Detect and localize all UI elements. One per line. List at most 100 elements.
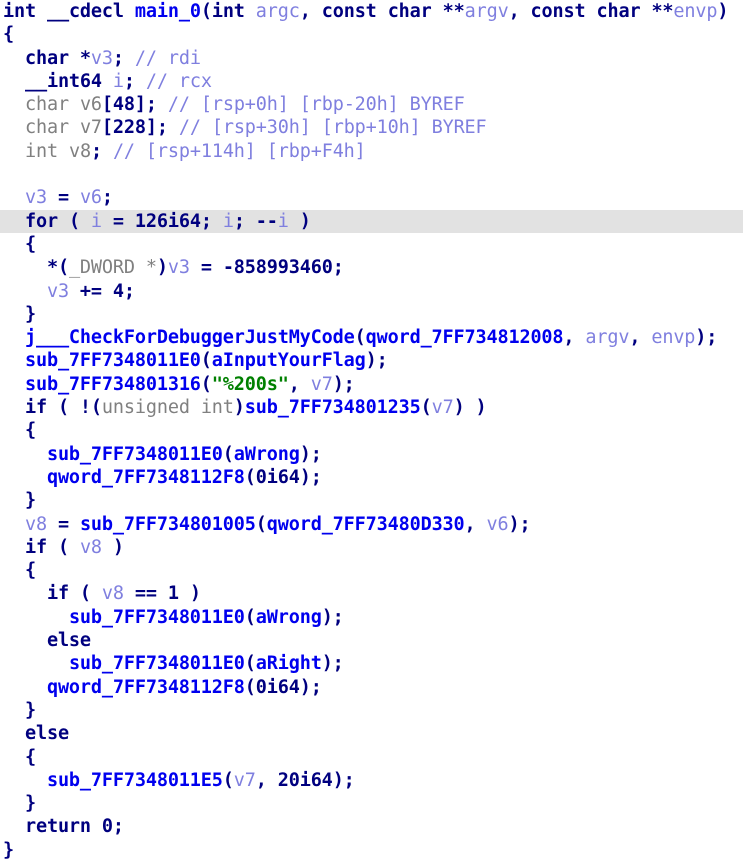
code-line[interactable]: if ( v8 ): [0, 536, 743, 559]
token-var[interactable]: v8: [102, 583, 124, 604]
token-var[interactable]: v6: [80, 187, 102, 208]
code-line[interactable]: sub_7FF7348011E0(aInputYourFlag);: [0, 349, 743, 372]
code-line[interactable]: {: [0, 233, 743, 256]
code-line[interactable]: sub_7FF7348011E0(aRight);: [0, 652, 743, 675]
token-type: char: [24, 94, 69, 116]
token-func[interactable]: qword_7FF7348112F8: [47, 677, 245, 698]
code-line[interactable]: char v6[48]; // [rsp+0h] [rbp-20h] BYREF: [0, 93, 743, 116]
token-keyword: __cdecl: [46, 1, 124, 22]
token-var[interactable]: v6: [487, 514, 509, 535]
token-punct: }: [3, 839, 14, 861]
token-func[interactable]: sub_7FF734801316: [25, 374, 201, 395]
token-func[interactable]: main_0: [135, 1, 201, 22]
code-line-highlighted[interactable]: for ( i = 126i64; i; --i ): [0, 209, 743, 233]
token-comment: // rdi: [134, 47, 201, 69]
code-line[interactable]: return 0;: [0, 815, 743, 838]
code-line[interactable]: }: [0, 489, 743, 512]
code-line[interactable]: int v8; // [rsp+114h] [rbp+F4h]: [0, 140, 743, 163]
token-func[interactable]: qword_7FF734812008: [366, 327, 564, 348]
code-line[interactable]: if ( !(unsigned int)sub_7FF734801235(v7)…: [0, 396, 743, 419]
token-keyword: int: [211, 1, 245, 22]
token-keyword: return: [24, 816, 91, 838]
token-var[interactable]: v3: [91, 48, 113, 69]
token-punct: *: [68, 47, 91, 69]
token-comment: // [rsp+114h] [rbp+F4h]: [112, 140, 366, 162]
token-var[interactable]: v7: [432, 397, 454, 418]
token-symbol[interactable]: aRight: [256, 653, 322, 674]
code-line[interactable]: }: [0, 303, 743, 326]
token-symbol[interactable]: aWrong: [234, 444, 300, 465]
code-line[interactable]: {: [0, 559, 743, 582]
code-line[interactable]: }: [0, 839, 743, 862]
token-var[interactable]: envp: [651, 327, 695, 348]
token-func[interactable]: j___CheckForDebuggerJustMyCode: [25, 327, 355, 348]
code-line[interactable]: v3 = v6;: [0, 186, 743, 209]
token-type: _DWORD: [68, 257, 135, 279]
code-line[interactable]: [0, 163, 743, 186]
code-line[interactable]: sub_7FF734801316("%200s", v7);: [0, 373, 743, 396]
token-punct: );: [332, 373, 355, 395]
code-line[interactable]: {: [0, 746, 743, 769]
token-var[interactable]: envp: [673, 1, 717, 22]
token-func[interactable]: sub_7FF7348011E5: [47, 770, 223, 791]
code-line[interactable]: {: [0, 419, 743, 442]
token-symbol[interactable]: aInputYourFlag: [212, 350, 366, 371]
token-var[interactable]: v7: [311, 374, 333, 395]
code-line[interactable]: sub_7FF7348011E5(v7, 20i64);: [0, 769, 743, 792]
token-symbol[interactable]: aWrong: [256, 607, 322, 628]
token-var[interactable]: i: [91, 211, 102, 232]
code-line[interactable]: qword_7FF7348112F8(0i64);: [0, 466, 743, 489]
code-line[interactable]: sub_7FF7348011E0(aWrong);: [0, 443, 743, 466]
code-line[interactable]: char v7[228]; // [rsp+30h] [rbp+10h] BYR…: [0, 116, 743, 139]
code-line[interactable]: {: [0, 23, 743, 46]
code-line[interactable]: v8 = sub_7FF734801005(qword_7FF73480D330…: [0, 513, 743, 536]
token-punct: (: [57, 210, 91, 232]
token-var[interactable]: v8: [25, 514, 47, 535]
code-line[interactable]: __int64 i; // rcx: [0, 70, 743, 93]
code-line[interactable]: *(_DWORD *)v3 = -858993460;: [0, 256, 743, 279]
token-punct: ): [288, 210, 311, 232]
code-line[interactable]: }: [0, 699, 743, 722]
code-line[interactable]: if ( v8 == 1 ): [0, 582, 743, 605]
code-line[interactable]: }: [0, 792, 743, 815]
code-line[interactable]: char *v3; // rdi: [0, 47, 743, 70]
token-punct: ,: [464, 513, 487, 535]
pseudocode-view[interactable]: int __cdecl main_0(int argc, const char …: [0, 0, 743, 861]
code-line[interactable]: else: [0, 629, 743, 652]
token-var[interactable]: i: [278, 211, 289, 232]
token-func[interactable]: sub_7FF734801235: [245, 397, 421, 418]
token-comment: // [rsp+0h] [rbp-20h] BYREF: [167, 94, 465, 116]
code-line[interactable]: j___CheckForDebuggerJustMyCode(qword_7FF…: [0, 326, 743, 349]
token-var[interactable]: v8: [80, 537, 102, 558]
token-func[interactable]: qword_7FF73480D330: [267, 514, 465, 535]
code-line[interactable]: else: [0, 722, 743, 745]
token-var[interactable]: argv: [465, 1, 509, 22]
code-line[interactable]: sub_7FF7348011E0(aWrong);: [0, 606, 743, 629]
token-func[interactable]: sub_7FF7348011E0: [25, 350, 201, 371]
token-num: 4: [112, 280, 124, 302]
token-var[interactable]: i: [223, 211, 234, 232]
token-func[interactable]: sub_7FF734801005: [80, 514, 256, 535]
code-line[interactable]: v3 += 4;: [0, 280, 743, 303]
token-var[interactable]: v7: [234, 770, 256, 791]
code-line[interactable]: qword_7FF7348112F8(0i64);: [0, 676, 743, 699]
token-keyword: else: [24, 723, 69, 745]
token-var[interactable]: i: [113, 71, 124, 92]
token-var[interactable]: v3: [47, 281, 69, 302]
token-func[interactable]: sub_7FF7348011E0: [69, 607, 245, 628]
token-func[interactable]: qword_7FF7348112F8: [47, 467, 245, 488]
token-var[interactable]: argv: [585, 327, 629, 348]
code-line[interactable]: int __cdecl main_0(int argc, const char …: [0, 0, 743, 23]
token-var[interactable]: argc: [256, 1, 300, 22]
token-punct: ,: [508, 1, 531, 22]
token-punct: {: [3, 24, 14, 46]
token-func[interactable]: sub_7FF7348011E0: [47, 444, 223, 465]
token-var[interactable]: v3: [25, 187, 47, 208]
token-func[interactable]: sub_7FF7348011E0: [69, 653, 245, 674]
token-var[interactable]: v3: [168, 257, 190, 278]
